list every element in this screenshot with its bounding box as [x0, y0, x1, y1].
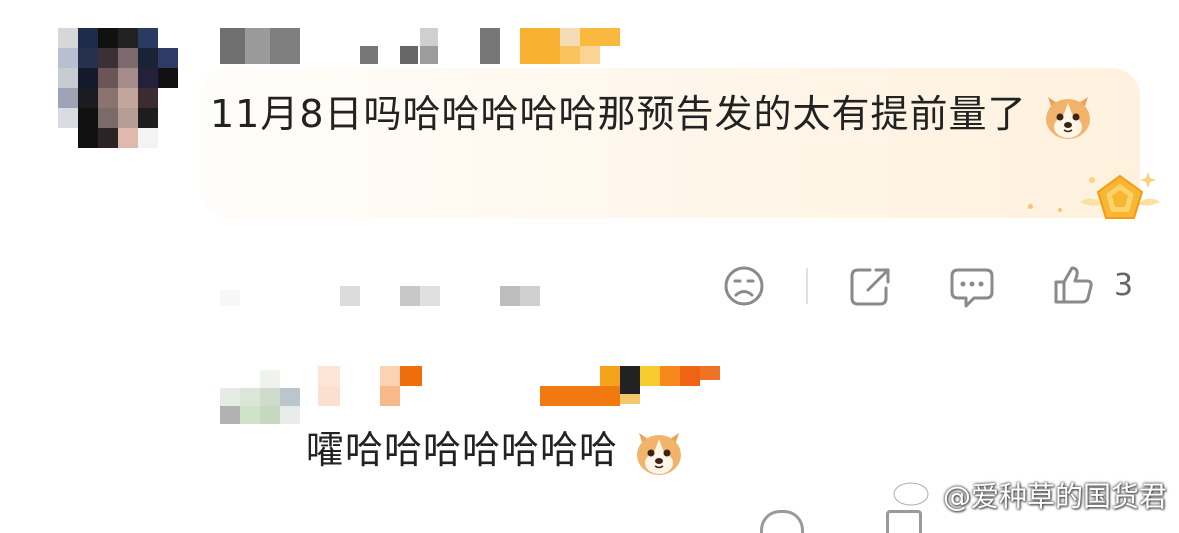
- comment-text-block: 11月8日吗哈哈哈哈哈那预告发的太有提前量了: [210, 82, 1110, 146]
- avatar[interactable]: [58, 28, 178, 148]
- frown-face-icon[interactable]: [722, 264, 766, 308]
- watermark-text: @爱种草的国货君: [942, 479, 1167, 513]
- action-divider: [806, 268, 808, 304]
- like-count: 3: [1114, 268, 1134, 303]
- weibo-icon: [891, 474, 939, 515]
- comment-username[interactable]: [220, 28, 630, 68]
- comment-meta: [220, 284, 550, 310]
- comment-bubble-icon[interactable]: [948, 264, 996, 310]
- watermark: @爱种草的国货君: [891, 474, 1167, 515]
- share-icon[interactable]: [848, 264, 892, 308]
- thumbs-up-icon[interactable]: [1050, 262, 1096, 308]
- dog-face-icon: [1040, 89, 1096, 145]
- comment-text: 11月8日吗哈哈哈哈哈那预告发的太有提前量了: [210, 92, 1027, 136]
- reply-text: 嚯哈哈哈哈哈哈哈: [306, 428, 619, 472]
- reply-avatar-pixelated[interactable]: [220, 368, 300, 428]
- reply-username[interactable]: [318, 366, 728, 408]
- gold-pentagon-badge-icon: [1078, 168, 1162, 232]
- dog-face-icon: [631, 425, 687, 481]
- sparkle-dot: [1058, 208, 1062, 212]
- reply-text-block: 嚯哈哈哈哈哈哈哈: [306, 418, 687, 482]
- sparkle-dot: [1028, 204, 1033, 209]
